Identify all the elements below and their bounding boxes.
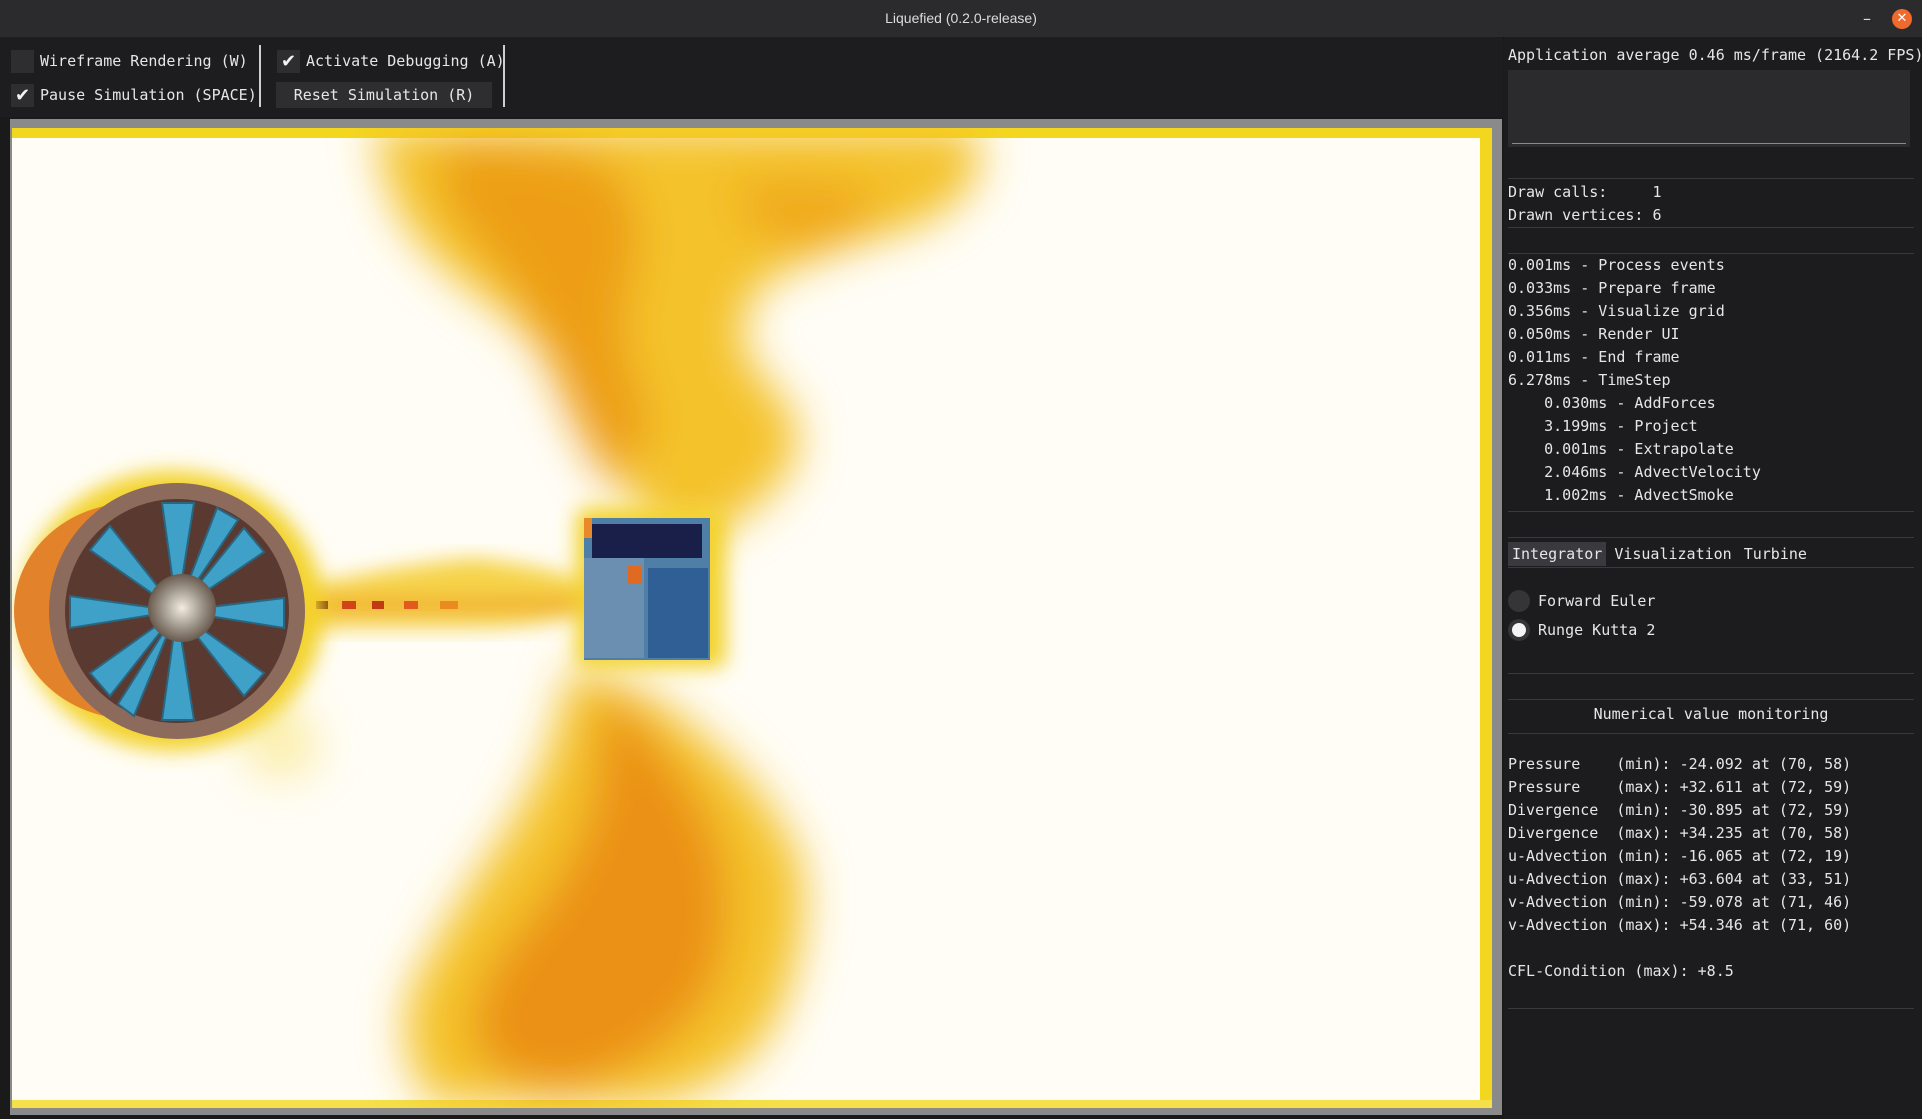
- forward-euler-option[interactable]: Forward Euler: [1508, 590, 1655, 612]
- unchecked-box-icon[interactable]: [11, 49, 34, 73]
- timing-row: 0.030ms - AddForces: [1508, 394, 1716, 412]
- boundary-right: [1480, 128, 1492, 1108]
- separator: [1508, 567, 1914, 568]
- monitor-row: v-Advection (min): -59.078 at (71, 46): [1508, 893, 1852, 911]
- wireframe-label: Wireframe Rendering (W): [40, 52, 248, 70]
- monitor-row: u-Advection (max): +63.604 at (33, 51): [1508, 870, 1852, 888]
- monitor-row: Divergence (max): +34.235 at (70, 58): [1508, 824, 1852, 842]
- smoke-upper: [372, 128, 980, 535]
- checkmark-icon[interactable]: ✔: [277, 49, 300, 73]
- debug-label: Activate Debugging (A): [306, 52, 505, 70]
- reset-simulation-button[interactable]: Reset Simulation (R): [276, 82, 492, 108]
- forward-euler-label: Forward Euler: [1538, 592, 1656, 610]
- smoke-field: [12, 128, 1492, 1108]
- timing-row: 0.001ms - Extrapolate: [1508, 440, 1734, 458]
- pause-checkbox[interactable]: ✔ Pause Simulation (SPACE): [11, 82, 257, 108]
- tab-visualization[interactable]: Visualization: [1610, 542, 1736, 566]
- toolbar-divider: [503, 45, 505, 107]
- monitor-row: u-Advection (min): -16.065 at (72, 19): [1508, 847, 1852, 865]
- tab-integrator[interactable]: Integrator: [1508, 542, 1607, 566]
- turbine: [14, 471, 324, 751]
- toolbar-divider: [259, 45, 261, 107]
- radio-selected-icon[interactable]: [1508, 619, 1530, 641]
- separator: [1508, 673, 1914, 674]
- title-bar: Liquefied (0.2.0-release) – ✕: [0, 0, 1922, 38]
- timing-row: 0.001ms - Process events: [1508, 256, 1725, 274]
- separator: [1508, 178, 1914, 179]
- radio-unselected-icon[interactable]: [1508, 590, 1530, 612]
- timing-row: 6.278ms - TimeStep: [1508, 371, 1671, 389]
- toolbar: Wireframe Rendering (W) ✔ Pause Simulati…: [0, 37, 1503, 117]
- debug-panel: Application average 0.46 ms/frame (2164.…: [1504, 37, 1922, 1119]
- separator: [1508, 699, 1914, 700]
- minimize-icon[interactable]: –: [1856, 8, 1878, 30]
- simulation-canvas[interactable]: [12, 128, 1492, 1108]
- obstacle-block: [576, 508, 726, 668]
- separator: [1508, 1008, 1914, 1009]
- monitor-row: Divergence (min): -30.895 at (72, 59): [1508, 801, 1852, 819]
- monitor-row: Pressure (min): -24.092 at (70, 58): [1508, 755, 1852, 773]
- simulation-viewport[interactable]: [10, 119, 1502, 1115]
- monitor-row: Pressure (max): +32.611 at (72, 59): [1508, 778, 1852, 796]
- frame-time-graph: [1508, 70, 1910, 147]
- separator: [1508, 511, 1914, 512]
- runge-kutta-label: Runge Kutta 2: [1538, 621, 1656, 639]
- close-icon[interactable]: ✕: [1892, 9, 1912, 29]
- settings-tabs: Integrator Visualization Turbine: [1508, 542, 1811, 566]
- pause-label: Pause Simulation (SPACE): [40, 86, 257, 104]
- average-frame-time: Application average 0.46 ms/frame (2164.…: [1508, 46, 1922, 64]
- wireframe-checkbox[interactable]: Wireframe Rendering (W): [11, 48, 248, 74]
- draw-calls: Draw calls: 1: [1508, 183, 1662, 201]
- monitor-row: v-Advection (max): +54.346 at (71, 60): [1508, 916, 1852, 934]
- drawn-vertices: Drawn vertices: 6: [1508, 206, 1662, 224]
- cfl-condition: CFL-Condition (max): +8.5: [1508, 962, 1734, 980]
- boundary-bottom: [12, 1100, 1492, 1108]
- monitoring-title: Numerical value monitoring: [1593, 705, 1829, 723]
- timing-row: 0.011ms - End frame: [1508, 348, 1680, 366]
- timing-row: 3.199ms - Project: [1508, 417, 1698, 435]
- checkmark-icon[interactable]: ✔: [11, 83, 34, 107]
- window-title: Liquefied (0.2.0-release): [885, 10, 1037, 26]
- smoke-lower: [242, 668, 804, 1103]
- timing-row: 1.002ms - AdvectSmoke: [1508, 486, 1734, 504]
- tab-turbine[interactable]: Turbine: [1739, 542, 1811, 566]
- timing-row: 0.033ms - Prepare frame: [1508, 279, 1716, 297]
- separator: [1508, 537, 1914, 538]
- timing-row: 0.050ms - Render UI: [1508, 325, 1680, 343]
- debug-checkbox[interactable]: ✔ Activate Debugging (A): [277, 48, 505, 74]
- runge-kutta-option[interactable]: Runge Kutta 2: [1508, 619, 1655, 641]
- separator: [1508, 733, 1914, 734]
- timing-row: 2.046ms - AdvectVelocity: [1508, 463, 1761, 481]
- separator: [1508, 227, 1914, 228]
- timing-row: 0.356ms - Visualize grid: [1508, 302, 1725, 320]
